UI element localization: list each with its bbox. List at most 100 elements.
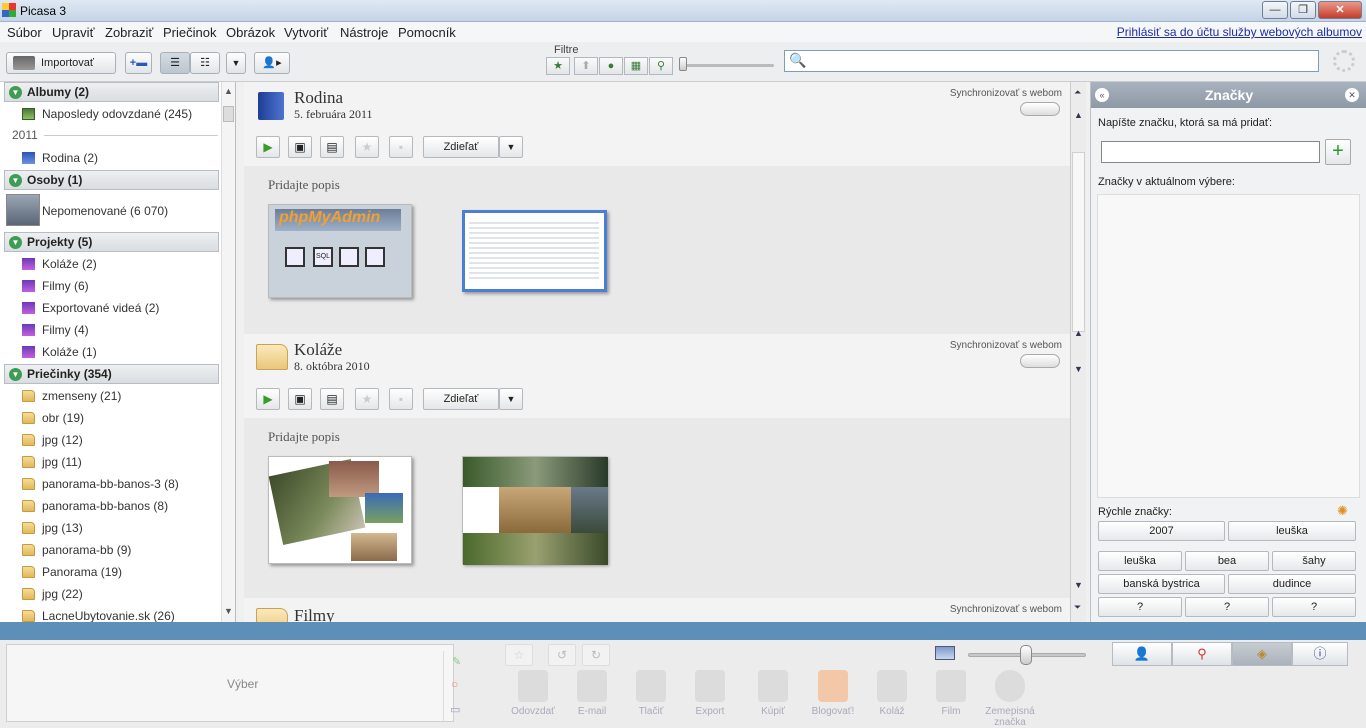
- quick-tag-button[interactable]: leuška: [1098, 551, 1182, 571]
- minimize-button[interactable]: —: [1262, 1, 1288, 19]
- add-tag-button[interactable]: +: [1325, 139, 1351, 165]
- sidebar-item-recently-uploaded[interactable]: Naposledy odovzdané (245): [22, 107, 192, 121]
- tags-panel-button[interactable]: ◈: [1232, 642, 1292, 666]
- sidebar-item-folder[interactable]: Panorama (19): [22, 565, 122, 579]
- sidebar-item-rodina[interactable]: Rodina (2): [22, 151, 98, 165]
- quick-tag-button[interactable]: dudince: [1228, 574, 1356, 594]
- add-description[interactable]: Pridajte popis: [268, 177, 340, 193]
- scroll-top-icon[interactable]: ⏶: [1074, 87, 1081, 98]
- sidebar-item-folder[interactable]: zmenseny (21): [22, 389, 121, 403]
- quick-tag-button[interactable]: leuška: [1228, 521, 1356, 541]
- menu-edit[interactable]: Upraviť: [52, 25, 94, 40]
- sidebar-item-folder[interactable]: obr (19): [22, 411, 84, 425]
- sidebar-item-folder[interactable]: LacneUbytovanie.sk (26): [22, 609, 175, 623]
- sidebar-item-folder[interactable]: jpg (11): [22, 455, 82, 469]
- sidebar-item-unnamed-people[interactable]: Nepomenované (6 070): [42, 204, 168, 218]
- filter-faces-button[interactable]: ●: [599, 57, 623, 75]
- menu-create[interactable]: Vytvoriť: [284, 25, 328, 40]
- close-icon[interactable]: ✕: [1345, 88, 1359, 102]
- properties-panel-button[interactable]: ⓘ: [1292, 642, 1348, 666]
- save-button[interactable]: ▪: [389, 136, 413, 158]
- sync-toggle[interactable]: [1020, 354, 1060, 368]
- share-dropdown-button[interactable]: ▼: [499, 388, 523, 410]
- sync-toggle[interactable]: [1020, 102, 1060, 116]
- view-dropdown-button[interactable]: ▼: [226, 52, 246, 74]
- filter-uploaded-button[interactable]: ⬆: [574, 57, 598, 75]
- people-header[interactable]: ▼ Osoby (1): [4, 170, 219, 190]
- tag-input[interactable]: [1101, 141, 1320, 163]
- collage-thumbnail[interactable]: [268, 456, 412, 564]
- rotate-right-button[interactable]: ↻: [582, 644, 610, 666]
- quick-tag-button[interactable]: šahy: [1272, 551, 1356, 571]
- play-slideshow-button[interactable]: ▶: [256, 388, 280, 410]
- close-button[interactable]: ✕: [1318, 1, 1362, 19]
- collage-thumbnail[interactable]: [462, 456, 608, 565]
- sidebar-item-project[interactable]: Koláže (2): [22, 257, 97, 271]
- sidebar-item-folder[interactable]: jpg (13): [22, 521, 83, 535]
- filter-date-slider[interactable]: [680, 64, 774, 67]
- star-button[interactable]: ★: [355, 136, 379, 158]
- maximize-button[interactable]: ❐: [1290, 1, 1316, 19]
- quick-tag-button[interactable]: 2007: [1098, 521, 1225, 541]
- quick-tag-button[interactable]: banská bystrica: [1098, 574, 1225, 594]
- clear-selection-icon[interactable]: ○: [451, 677, 458, 691]
- share-dropdown-button[interactable]: ▼: [499, 136, 523, 158]
- filter-starred-button[interactable]: ★: [546, 57, 570, 75]
- tree-view-button[interactable]: ☷: [190, 52, 220, 74]
- geotag-action[interactable]: Zemepisná značka: [982, 670, 1038, 728]
- album-title[interactable]: Koláže: [294, 340, 342, 360]
- sidebar-item-project[interactable]: Exportované videá (2): [22, 301, 159, 315]
- sidebar-scrollbar[interactable]: ▲ ▼: [221, 82, 235, 622]
- scroll-up-icon[interactable]: ▲: [1074, 328, 1083, 338]
- gear-icon[interactable]: ✺: [1337, 503, 1348, 519]
- sidebar-item-folder[interactable]: panorama-bb (9): [22, 543, 131, 557]
- share-button[interactable]: Zdieľať: [423, 388, 499, 410]
- filter-geotag-button[interactable]: ⚲: [649, 57, 673, 75]
- play-slideshow-button[interactable]: ▶: [256, 136, 280, 158]
- share-button[interactable]: Zdieľať: [423, 136, 499, 158]
- rotate-left-button[interactable]: ↺: [548, 644, 576, 666]
- people-sync-button[interactable]: 👤▸: [254, 52, 290, 74]
- projects-header[interactable]: ▼ Projekty (5): [4, 232, 219, 252]
- scroll-up-icon[interactable]: ▲: [1074, 110, 1083, 120]
- folders-header[interactable]: ▼ Priečinky (354): [4, 364, 219, 384]
- quick-tag-button[interactable]: bea: [1185, 551, 1269, 571]
- upload-button[interactable]: ▣: [288, 136, 312, 158]
- places-panel-button[interactable]: ⚲: [1172, 642, 1232, 666]
- quick-tag-button[interactable]: ?: [1098, 597, 1182, 617]
- star-button[interactable]: ☆: [505, 644, 533, 666]
- print-action[interactable]: Tlačiť: [623, 670, 679, 717]
- sidebar-item-project[interactable]: Koláže (1): [22, 345, 97, 359]
- movie-button[interactable]: ▤: [320, 388, 344, 410]
- menu-help[interactable]: Pomocník: [398, 25, 456, 40]
- menu-picture[interactable]: Obrázok: [226, 25, 275, 40]
- menu-tools[interactable]: Nástroje: [340, 25, 388, 40]
- album-title[interactable]: Rodina: [294, 88, 343, 108]
- photo-thumbnail[interactable]: phpMyAdmin SQL: [268, 204, 412, 298]
- scroll-down-icon[interactable]: ▼: [224, 606, 233, 616]
- photo-thumbnail[interactable]: [462, 210, 607, 292]
- album-add-icon[interactable]: ▭: [450, 703, 460, 716]
- scrollbar-thumb[interactable]: [1072, 152, 1085, 332]
- collage-action[interactable]: Koláž: [864, 670, 920, 717]
- import-button[interactable]: Importovať: [6, 52, 116, 74]
- sidebar-item-folder[interactable]: jpg (12): [22, 433, 83, 447]
- quick-tag-button[interactable]: ?: [1185, 597, 1269, 617]
- sidebar-item-project[interactable]: Filmy (4): [22, 323, 89, 337]
- people-panel-button[interactable]: 👤: [1112, 642, 1172, 666]
- sidebar-item-folder[interactable]: jpg (22): [22, 587, 83, 601]
- filter-movies-button[interactable]: ▦: [624, 57, 648, 75]
- back-icon[interactable]: «: [1095, 88, 1109, 102]
- movie-button[interactable]: ▤: [320, 136, 344, 158]
- menu-view[interactable]: Zobraziť: [105, 25, 153, 40]
- add-description[interactable]: Pridajte popis: [268, 429, 340, 445]
- pin-icon[interactable]: ✎: [452, 655, 461, 668]
- add-album-button[interactable]: +▬: [125, 52, 152, 74]
- quick-tag-button[interactable]: ?: [1272, 597, 1356, 617]
- star-button[interactable]: ★: [355, 388, 379, 410]
- export-action[interactable]: Export: [682, 670, 738, 717]
- movie-action[interactable]: Film: [923, 670, 979, 717]
- email-action[interactable]: E-mail: [564, 670, 620, 717]
- sidebar-item-project[interactable]: Filmy (6): [22, 279, 89, 293]
- scrollbar-thumb[interactable]: [223, 106, 234, 122]
